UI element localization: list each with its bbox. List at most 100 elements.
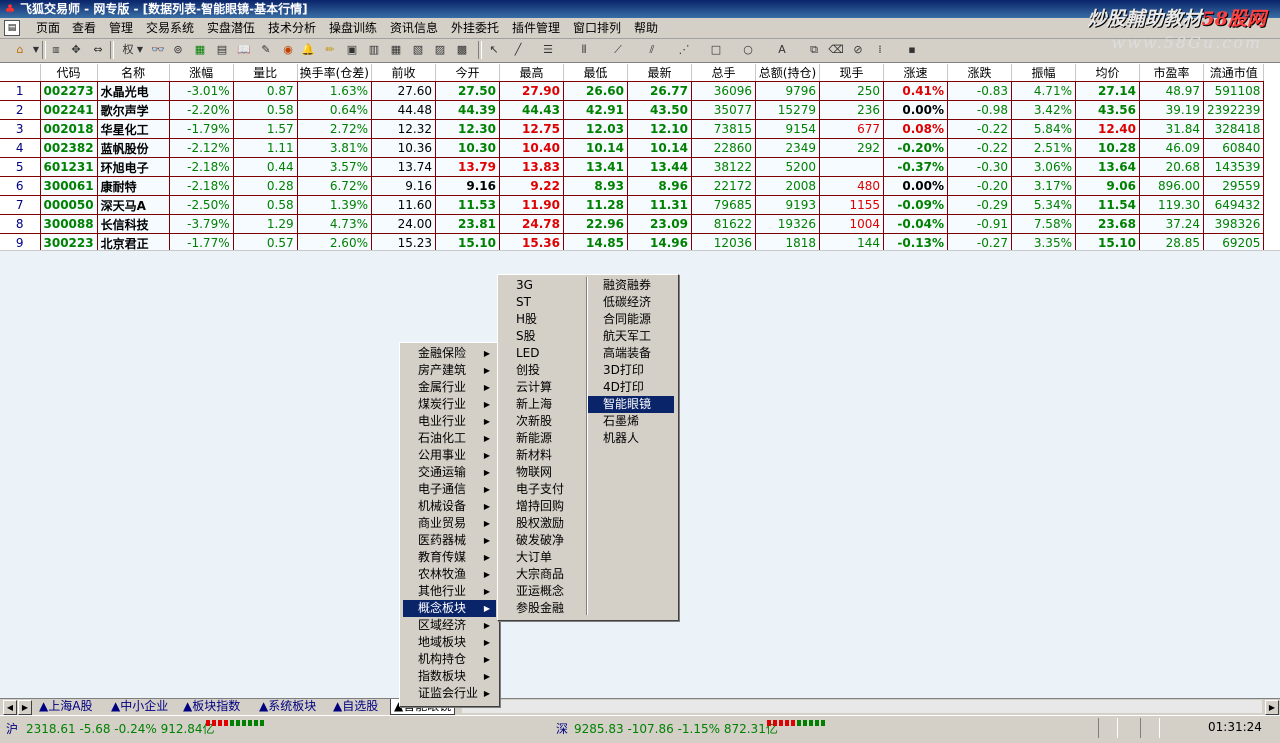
column-header[interactable]: 今开 [435,64,500,82]
menu-view[interactable]: 查看 [72,20,96,36]
column-header[interactable]: 市盈率 [1139,64,1204,82]
concept-item[interactable]: 石墨烯 [588,413,674,430]
concept-item[interactable]: 3G [501,277,583,294]
ellipse-tool-icon[interactable]: ○ [740,42,756,58]
concept-item[interactable]: 大宗商品 [501,566,583,583]
table-row[interactable]: 4 002382 蓝帆股份 -2.12% 1.11 3.81% 10.36 10.30 10.4… [0,138,1265,158]
tab-next-icon[interactable]: ▶ [18,700,32,715]
column-header[interactable]: 振幅 [1011,64,1076,82]
table-row[interactable]: 1 002273 水晶光电 -3.01% 0.87 1.63% 27.60 27.50 27.9… [0,81,1265,101]
column-header[interactable]: 现手 [819,64,884,82]
save-icon[interactable]: ▪ [904,42,920,58]
menu-item[interactable]: 交通运输 ▶ [403,464,496,481]
home-icon[interactable]: ⌂ [12,42,28,58]
concept-item[interactable]: 新材料 [501,447,583,464]
grid-dots-icon[interactable]: ⁞ [872,42,888,58]
concept-item[interactable]: 融资融券 [588,277,674,294]
fan-tool-icon[interactable]: ⟋ [610,42,626,58]
table-row[interactable]: 6 300061 康耐特 -2.18% 0.28 6.72% 9.16 9.16 9.22 8.9… [0,176,1265,196]
tab-shanghai-a[interactable]: ▲上海A股 [36,699,95,714]
edit-icon[interactable]: ✎ [258,42,274,58]
menu-news[interactable]: 资讯信息 [390,20,438,36]
concept-item[interactable]: 大订单 [501,549,583,566]
column-header[interactable]: 代码 [40,64,98,82]
menu-item[interactable]: 金融保险 ▶ [403,345,496,362]
table-row[interactable]: 8 300088 长信科技 -3.79% 1.29 4.73% 24.00 23.81 24.7… [0,214,1265,234]
tab-prev-icon[interactable]: ◀ [3,700,17,715]
concept-item[interactable]: 参股金融 [501,600,583,617]
channel-tool-icon[interactable]: ⫽ [644,42,660,58]
menu-training[interactable]: 操盘训练 [329,20,377,36]
pencil-icon[interactable]: ✏ [322,42,338,58]
alarm-icon[interactable]: 🔔 [300,42,316,58]
concept-item[interactable]: 合同能源 [588,311,674,328]
book-icon[interactable]: 📖 [236,42,252,58]
concept-item[interactable]: 破发破净 [501,532,583,549]
column-header[interactable]: 总额(持仓) [755,64,820,82]
menu-item[interactable]: 教育传媒 ▶ [403,549,496,566]
column-header[interactable]: 最高 [499,64,564,82]
column-header[interactable]: 均价 [1075,64,1140,82]
concept-item[interactable]: 创投 [501,362,583,379]
menu-item[interactable]: 机械设备 ▶ [403,498,496,515]
layout2-icon[interactable]: ▥ [366,42,382,58]
horizontal-scrollbar[interactable] [462,700,1262,713]
menu-page[interactable]: 页面 [36,20,60,36]
concept-item[interactable]: 亚运概念 [501,583,583,600]
layout1-icon[interactable]: ▣ [344,42,360,58]
tab-system-sector[interactable]: ▲系统板块 [256,699,319,714]
menu-item[interactable]: 商业贸易 ▶ [403,515,496,532]
column-header[interactable]: 涨跌 [947,64,1012,82]
tab-watchlist[interactable]: ▲自选股 [330,699,381,714]
concept-item[interactable]: LED [501,345,583,362]
hlines-tool-icon[interactable]: ☰ [540,42,556,58]
menu-item[interactable]: 证监会行业 ▶ [403,685,496,702]
menu-trade-system[interactable]: 交易系统 [146,20,194,36]
menu-plugins[interactable]: 插件管理 [512,20,560,36]
table-row[interactable]: 5 601231 环旭电子 -2.18% 0.44 3.57% 13.74 13.79 13.8… [0,157,1265,177]
column-header[interactable]: 最低 [563,64,628,82]
target-icon[interactable]: ◉ [280,42,296,58]
concept-item[interactable]: S股 [501,328,583,345]
scroll-right-icon[interactable]: ▶ [1265,700,1279,715]
column-header[interactable]: 换手率(仓差) [297,64,372,82]
column-header[interactable]: 涨幅 [169,64,234,82]
concept-item[interactable]: 低碳经济 [588,294,674,311]
menu-external-order[interactable]: 外挂委托 [451,20,499,36]
concept-item[interactable]: ST [501,294,583,311]
menu-live[interactable]: 实盘潜伍 [207,20,255,36]
column-header[interactable]: 名称 [97,64,170,82]
menu-manage[interactable]: 管理 [109,20,133,36]
concept-item[interactable]: 物联网 [501,464,583,481]
table-row[interactable]: 2 002241 歌尔声学 -2.20% 0.58 0.64% 44.48 44.39 44.4… [0,100,1265,120]
system-menu-icon[interactable]: ▤ [4,20,20,36]
menu-item[interactable]: 电子通信 ▶ [403,481,496,498]
concept-item[interactable]: 云计算 [501,379,583,396]
layout5-icon[interactable]: ▨ [432,42,448,58]
concept-item[interactable]: 4D打印 [588,379,674,396]
cursor-icon[interactable]: ↖ [486,42,502,58]
menu-item[interactable]: 概念板块 ▶ [403,600,496,617]
fib-tool-icon[interactable]: ⋰ [676,42,692,58]
concept-item[interactable]: 高端装备 [588,345,674,362]
menu-item[interactable]: 煤炭行业 ▶ [403,396,496,413]
menu-item[interactable]: 石油化工 ▶ [403,430,496,447]
column-header[interactable]: 前收 [371,64,436,82]
concept-item[interactable]: 增持回购 [501,498,583,515]
copy-tool-icon[interactable]: ⧉ [806,42,822,58]
clear-icon[interactable]: ⊘ [850,42,866,58]
concept-item[interactable]: 航天军工 [588,328,674,345]
binoculars-icon[interactable]: 👓 [150,42,166,58]
tab-sme[interactable]: ▲中小企业 [108,699,171,714]
menu-item[interactable]: 指数板块 ▶ [403,668,496,685]
table-row[interactable]: 7 000050 深天马A -2.50% 0.58 1.39% 11.60 11.53 11.9… [0,195,1265,215]
rights-dropdown-icon[interactable]: ▼ [132,42,148,58]
sh-index-text[interactable]: 2318.61 -5.68 -0.24% 912.84亿 [26,720,215,737]
concept-item[interactable]: 新能源 [501,430,583,447]
sz-index-text[interactable]: 9285.83 -107.86 -1.15% 872.31亿 [574,720,778,737]
menu-item[interactable]: 农林牧渔 ▶ [403,566,496,583]
layout3-icon[interactable]: ▦ [388,42,404,58]
menu-item[interactable]: 区域经济 ▶ [403,617,496,634]
menu-item[interactable]: 其他行业 ▶ [403,583,496,600]
concept-item[interactable]: 次新股 [501,413,583,430]
